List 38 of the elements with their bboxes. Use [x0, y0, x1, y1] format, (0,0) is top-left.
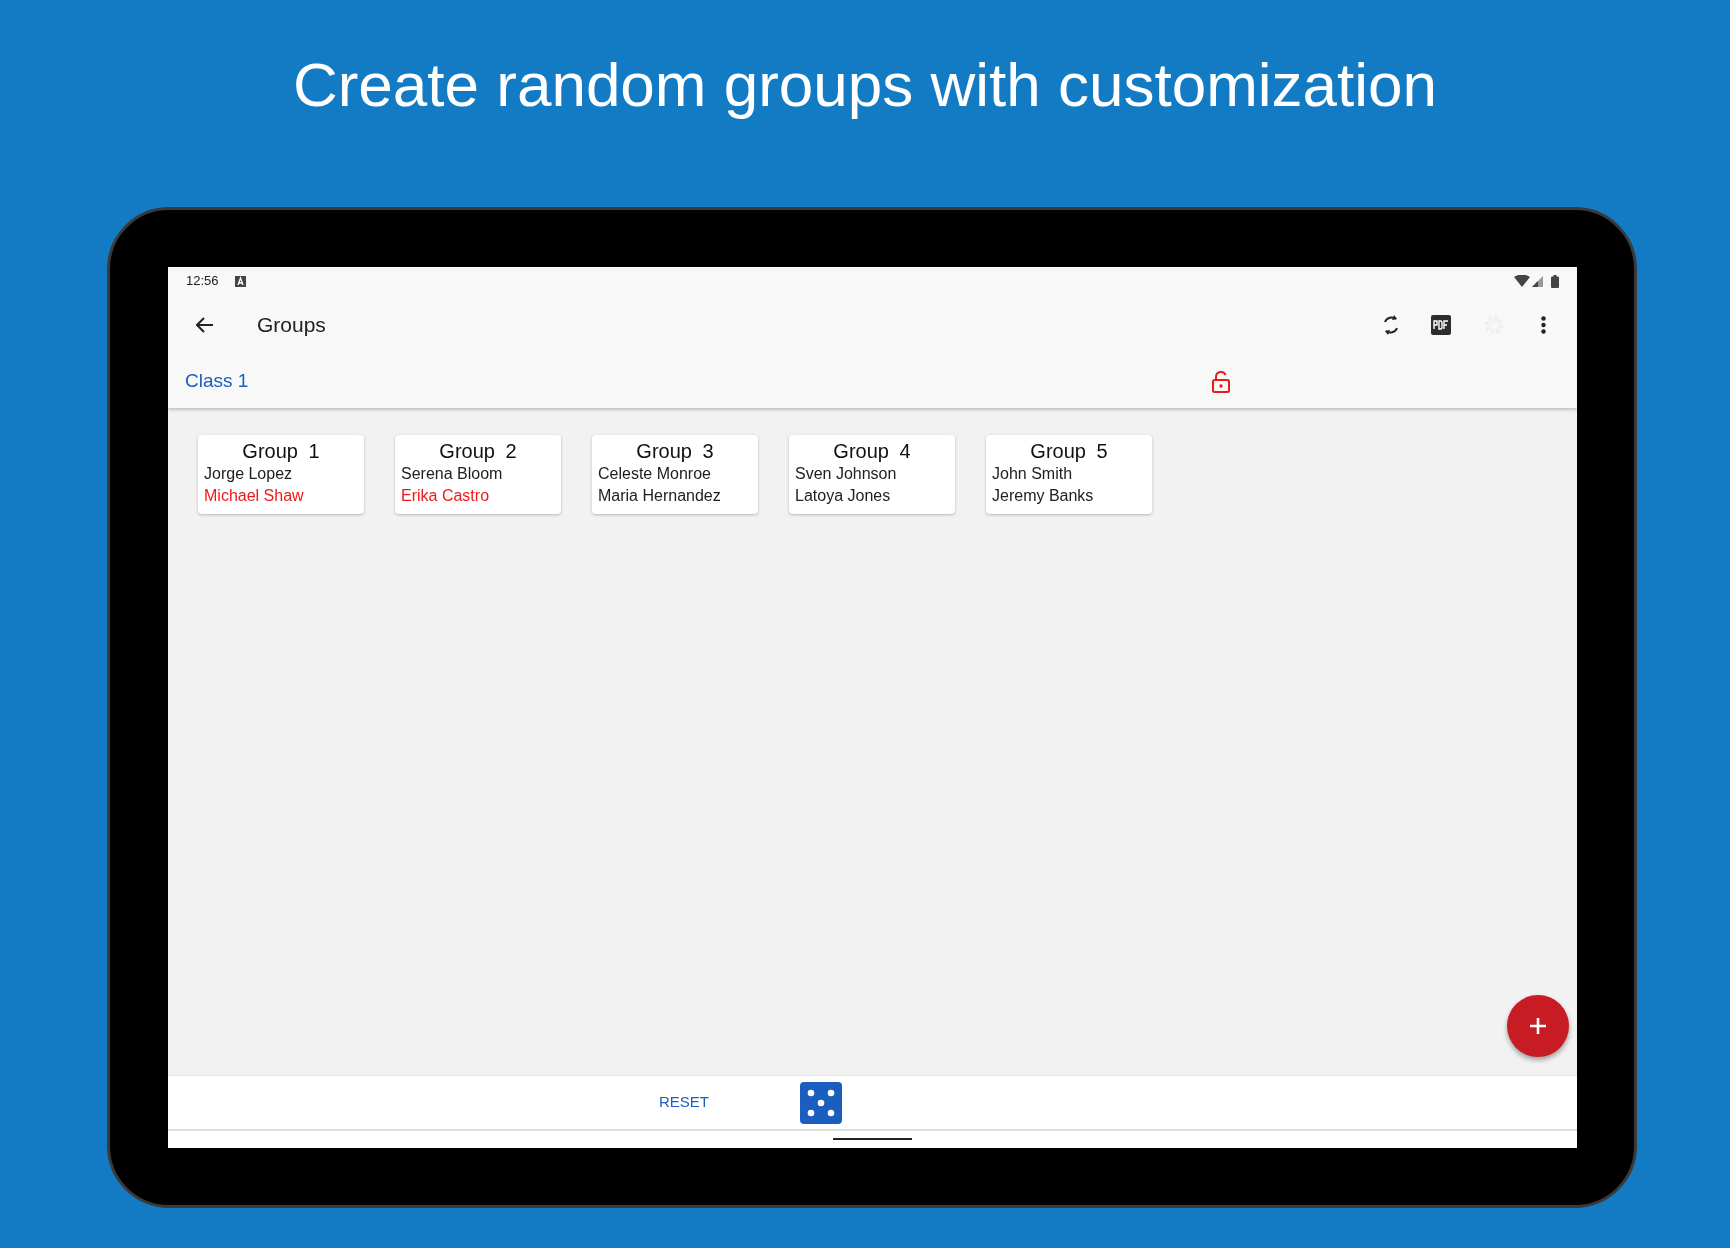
member-name: John Smith [992, 464, 1074, 484]
padlock-icon[interactable] [1210, 369, 1233, 394]
group-card[interactable]: Group 1 Jorge Lopez Michael Shaw [198, 435, 364, 514]
member-name: Sven Johnson [795, 464, 898, 484]
reset-button[interactable]: RESET [653, 1087, 715, 1118]
more-icon [1541, 316, 1546, 334]
plus-icon [1529, 1017, 1547, 1035]
group-title: Group 2 [438, 439, 518, 463]
group-card[interactable]: Group 2 Serena Bloom Erika Castro [395, 435, 561, 514]
wifi-icon [1514, 275, 1530, 287]
notification-icon [234, 275, 246, 287]
group-title: Group 5 [1029, 439, 1109, 463]
toolbar-title: Groups [257, 312, 326, 339]
class-name[interactable]: Class 1 [185, 367, 249, 396]
member-name: Latoya Jones [795, 486, 892, 506]
refresh-button[interactable] [1381, 313, 1401, 337]
member-name: Erika Castro [401, 486, 491, 506]
battery-icon [1551, 274, 1559, 288]
home-handle[interactable] [833, 1138, 912, 1140]
group-card[interactable]: Group 5 John Smith Jeremy Banks [986, 435, 1152, 514]
group-card[interactable]: Group 3 Celeste Monroe Maria Hernandez [592, 435, 758, 514]
pdf-button[interactable] [1431, 315, 1451, 335]
member-name: Celeste Monroe [598, 464, 712, 484]
add-button[interactable] [1507, 995, 1569, 1057]
group-card[interactable]: Group 4 Sven Johnson Latoya Jones [789, 435, 955, 514]
member-name: Jorge Lopez [204, 464, 294, 484]
group-title: Group 3 [635, 439, 715, 463]
member-name: Michael Shaw [204, 486, 305, 506]
member-name: Maria Hernandez [598, 486, 722, 506]
back-button[interactable] [196, 317, 214, 333]
member-name: Serena Bloom [401, 464, 504, 484]
group-title: Group 4 [832, 439, 912, 463]
headline: Create random groups with customization [291, 49, 1439, 121]
group-title: Group 1 [241, 439, 321, 463]
signal-icon [1532, 275, 1543, 287]
member-name: Jeremy Banks [992, 486, 1095, 506]
status-time: 12:56 [186, 272, 219, 291]
dice-button[interactable] [800, 1081, 842, 1124]
